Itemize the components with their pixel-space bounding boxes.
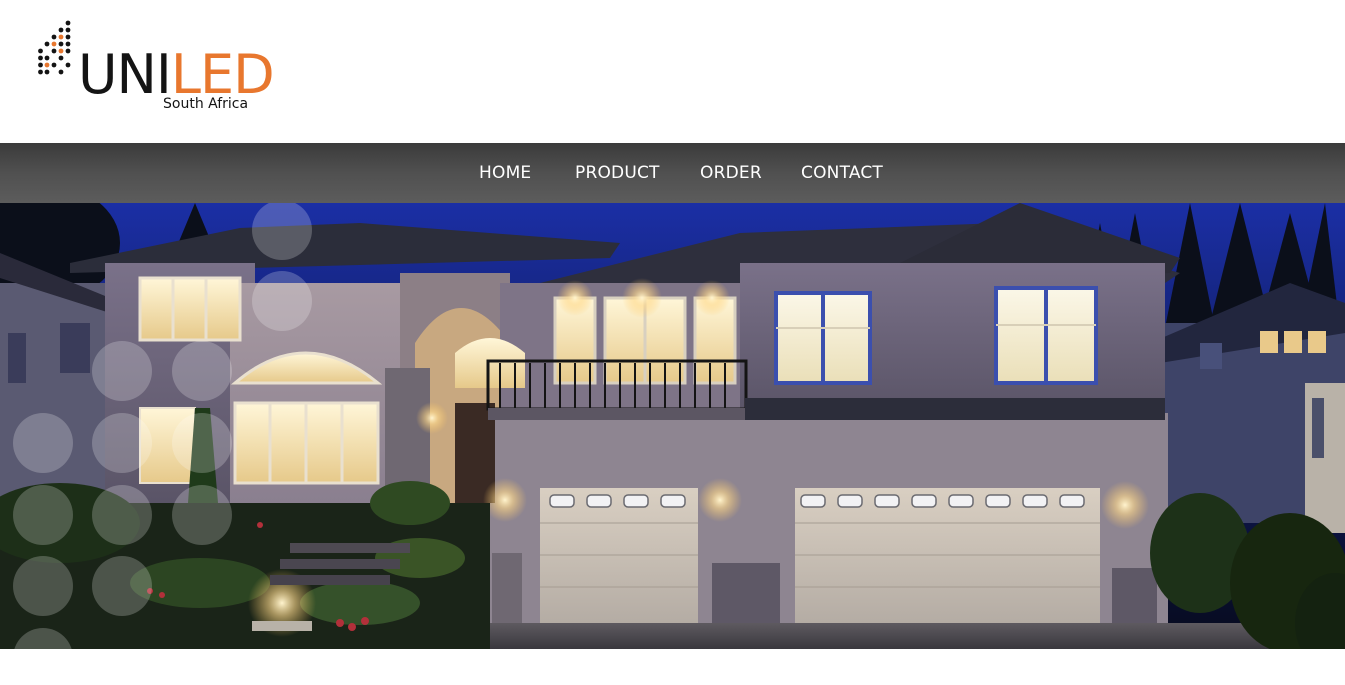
- logo-subtitle: South Africa: [163, 96, 249, 112]
- nav-item-product[interactable]: PRODUCT: [575, 163, 660, 183]
- logo-text-uni: UNI: [78, 43, 172, 106]
- nav-list: HOME PRODUCT ORDER CONTACT: [0, 143, 1345, 203]
- page-bottom-space: [0, 649, 1345, 685]
- led-dot-matrix-icon: [38, 20, 71, 75]
- nav-item-contact[interactable]: CONTACT: [801, 163, 883, 183]
- nav-item-order[interactable]: ORDER: [700, 163, 762, 183]
- site-logo[interactable]: UNILED South Africa: [38, 20, 275, 116]
- hero-banner: [0, 203, 1345, 649]
- site-header: UNILED South Africa: [0, 0, 1345, 143]
- logo-wordmark: UNILED: [78, 48, 275, 102]
- page: UNILED South Africa HOME PRODUCT ORDER C…: [0, 0, 1345, 685]
- nav-item-home[interactable]: HOME: [479, 163, 531, 183]
- house-at-night-photo: [0, 203, 1345, 649]
- main-navbar: HOME PRODUCT ORDER CONTACT: [0, 143, 1345, 203]
